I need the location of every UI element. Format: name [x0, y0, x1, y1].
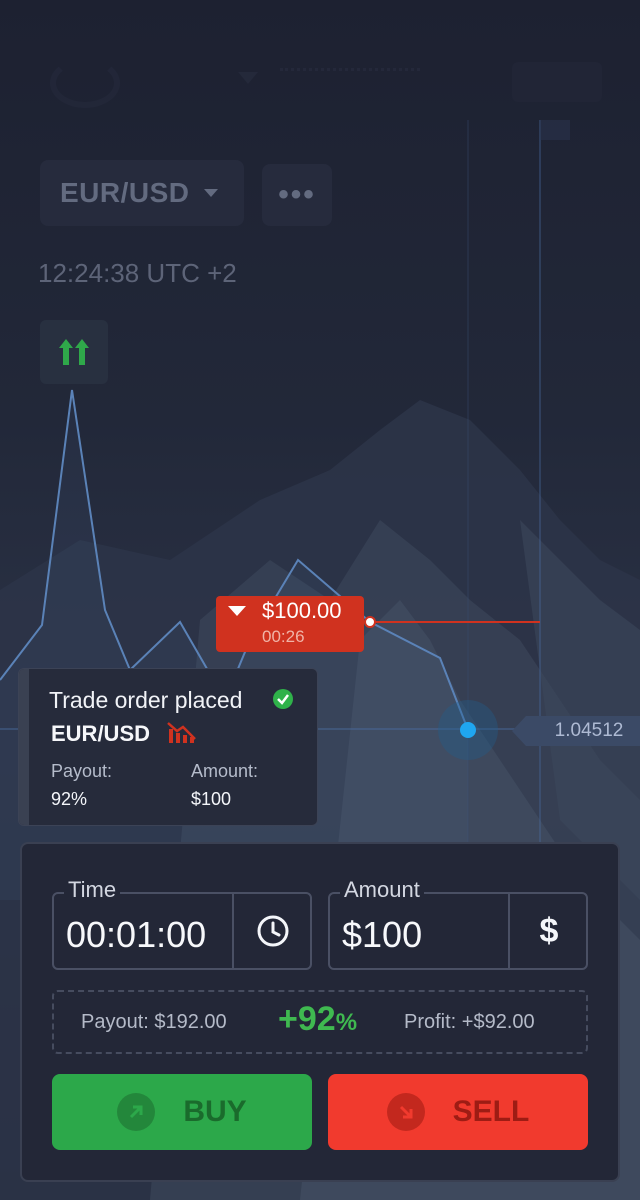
amount-label: Amount: — [191, 761, 259, 781]
payout-total: Payout: $192.00 — [81, 1011, 227, 1033]
payout-percent: +92% — [278, 1000, 357, 1039]
notification-title: Trade order placed — [49, 687, 243, 713]
amount-field[interactable]: Amount $100 $ — [328, 877, 588, 970]
arrow-up-right-icon — [117, 1093, 156, 1131]
amount-field-label: Amount — [340, 877, 424, 903]
current-price-label: 1.04512 — [512, 716, 640, 746]
payout-label: Payout: — [51, 761, 113, 781]
payout-summary: Payout: $192.00 +92% Profit: +$92.00 — [52, 990, 588, 1054]
time-picker-button[interactable] — [234, 894, 312, 968]
notification-pair: EUR/USD — [51, 721, 151, 746]
current-price-value: 1.04512 — [554, 720, 624, 741]
amount-value: $100 — [191, 789, 232, 809]
arrow-down-right-icon — [386, 1093, 425, 1131]
buy-label: BUY — [183, 1095, 247, 1128]
payout-percent-sign: % — [335, 1009, 358, 1036]
sell-button[interactable]: SELL — [328, 1074, 588, 1150]
downtrend-icon — [167, 722, 196, 743]
open-trade-marker[interactable]: $100.00 00:26 — [216, 596, 364, 652]
time-value[interactable]: 00:01:00 — [66, 914, 206, 956]
timer-marker — [540, 120, 570, 140]
trading-screen: EUR/USD ••• 12:24:38 UTC +2 $100.00 00:2… — [0, 0, 640, 1200]
clock-icon — [257, 915, 289, 947]
trade-open-point — [364, 616, 376, 628]
trade-panel: Time 00:01:00 Amount $100 $ Payout: $192… — [20, 842, 620, 1182]
dollar-icon[interactable]: $ — [510, 894, 588, 968]
profit-total: Profit: +$92.00 — [404, 1011, 535, 1033]
notification-stripe — [19, 669, 29, 825]
check-icon — [273, 689, 293, 709]
sell-label: SELL — [452, 1095, 530, 1128]
time-field[interactable]: Time 00:01:00 — [52, 877, 312, 970]
down-direction-icon — [228, 606, 246, 616]
amount-field-value[interactable]: $100 — [342, 914, 422, 956]
current-price-dot — [460, 722, 476, 738]
payout-percent-value: +92 — [278, 1000, 336, 1038]
buy-button[interactable]: BUY — [52, 1074, 312, 1150]
trade-countdown: 00:26 — [262, 627, 305, 646]
payout-value: 92% — [51, 789, 88, 809]
trade-notification[interactable]: Trade order placed EUR/USD Payout: 92% A… — [18, 668, 318, 826]
trade-amount: $100.00 — [262, 598, 342, 623]
time-label: Time — [64, 877, 121, 903]
